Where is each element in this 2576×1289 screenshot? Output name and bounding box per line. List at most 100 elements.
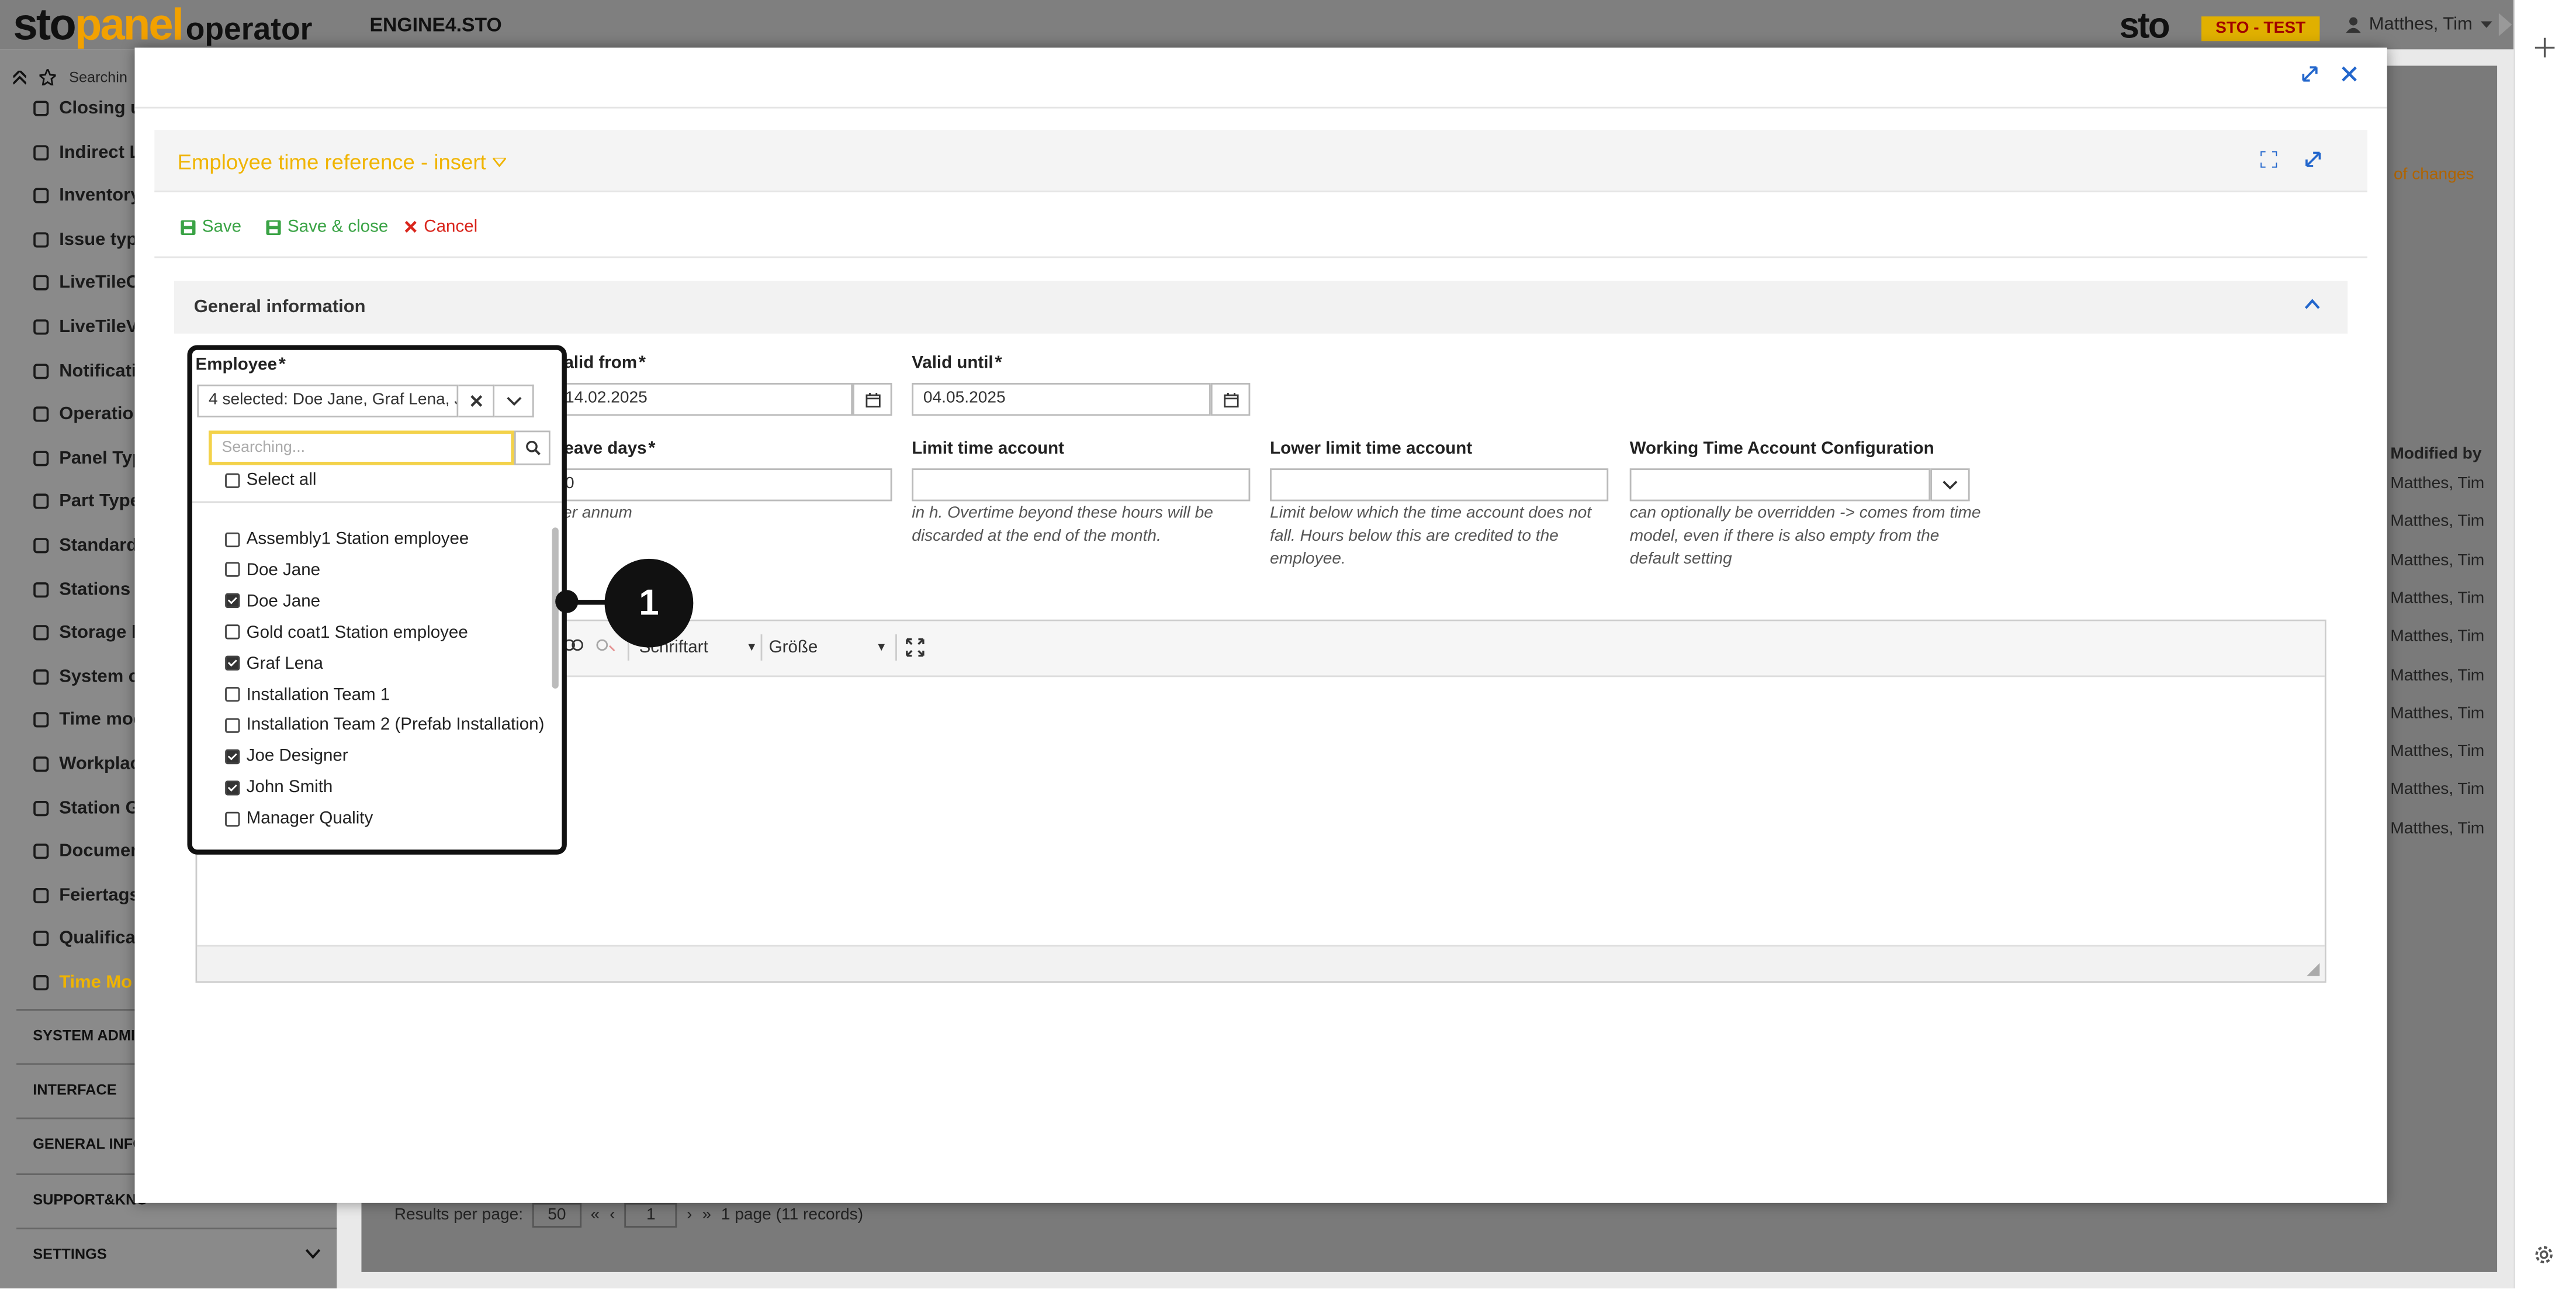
cancel-button[interactable]: Cancel xyxy=(404,217,477,237)
table-row[interactable]: Matthes, Tim xyxy=(2390,475,2484,493)
employee-option[interactable]: Installation Team 1 xyxy=(225,679,390,709)
sidebar-item[interactable]: Closing u xyxy=(33,87,141,130)
sidebar-item[interactable]: Indirect L xyxy=(33,131,140,174)
save-button[interactable]: Save xyxy=(181,217,241,237)
clear-selection-button[interactable] xyxy=(458,384,495,418)
sidebar-search[interactable]: Searchin xyxy=(69,69,127,85)
save-close-button[interactable]: Save & close xyxy=(266,217,388,237)
sidebar-item[interactable]: Documen xyxy=(33,830,141,873)
option-checkbox[interactable] xyxy=(225,718,240,733)
sidebar-item[interactable]: System c xyxy=(33,655,139,698)
sidebar-item[interactable]: LiveTileC xyxy=(33,262,139,305)
minimize-icon[interactable] xyxy=(2305,151,2321,168)
table-row[interactable]: Matthes, Tim xyxy=(2390,628,2484,646)
option-checkbox[interactable] xyxy=(225,593,240,609)
employee-option[interactable]: Doe Jane xyxy=(225,555,320,585)
column-header-modified-by[interactable]: Modified by xyxy=(2390,445,2481,464)
select-all-option[interactable]: Select all xyxy=(225,465,316,495)
calendar-icon[interactable] xyxy=(853,383,892,416)
dropdown-search-input[interactable]: Searching... xyxy=(209,430,514,465)
first-page-icon[interactable]: « xyxy=(591,1206,600,1224)
sidebar-item[interactable]: Storage l xyxy=(33,611,137,654)
sidebar-item[interactable]: Operation xyxy=(33,393,144,436)
employee-option[interactable]: Gold coat1 Station employee xyxy=(225,617,468,647)
sidebar-item[interactable]: Stations xyxy=(33,568,130,611)
sidebar-item[interactable]: Part Type xyxy=(33,481,140,523)
results-per-page[interactable]: 50 xyxy=(532,1202,581,1228)
employee-option[interactable]: Installation Team 2 (Prefab Installation… xyxy=(225,711,544,741)
general-info-section-header[interactable]: General information xyxy=(174,281,2348,334)
option-checkbox[interactable] xyxy=(225,687,240,702)
calendar-icon[interactable] xyxy=(1210,383,1251,416)
option-checkbox[interactable] xyxy=(225,624,240,640)
sidebar-item[interactable]: LiveTileV xyxy=(33,306,138,348)
sidebar-item[interactable]: Panel Typ xyxy=(33,437,143,479)
page-input[interactable]: 1 xyxy=(625,1202,677,1228)
user-menu[interactable]: Matthes, Tim xyxy=(2346,15,2492,34)
gear-icon[interactable] xyxy=(2533,1244,2555,1266)
sidebar-item[interactable]: Inventory xyxy=(33,175,140,217)
option-checkbox[interactable] xyxy=(225,811,240,826)
valid-from-input[interactable]: 14.02.2025 xyxy=(553,383,853,416)
next-page-icon[interactable]: › xyxy=(687,1206,692,1224)
employee-option[interactable]: Assembly1 Station employee xyxy=(225,524,469,554)
option-checkbox[interactable] xyxy=(225,655,240,671)
changes-link[interactable]: of changes xyxy=(2394,166,2474,184)
employee-option[interactable]: Joe Designer xyxy=(225,742,348,772)
table-row[interactable]: Matthes, Tim xyxy=(2390,743,2484,761)
table-row[interactable]: Matthes, Tim xyxy=(2390,590,2484,608)
wtac-select[interactable] xyxy=(1629,468,1931,502)
sidebar-item[interactable]: Issue typ xyxy=(33,218,137,261)
employee-option[interactable]: Manager Quality xyxy=(225,804,373,834)
table-row[interactable]: Matthes, Tim xyxy=(2390,551,2484,569)
lower-limit-input[interactable] xyxy=(1270,468,1609,502)
resize-handle-icon[interactable] xyxy=(2306,963,2320,976)
table-row[interactable]: Matthes, Tim xyxy=(2390,781,2484,799)
option-checkbox[interactable] xyxy=(225,562,240,578)
table-row[interactable]: Matthes, Tim xyxy=(2390,666,2484,685)
select-all-checkbox[interactable] xyxy=(225,472,240,488)
employee-option[interactable]: John Smith xyxy=(225,773,333,803)
leave-days-input[interactable]: 0 xyxy=(553,468,892,502)
employee-dropdown-button[interactable] xyxy=(494,384,534,418)
employee-option[interactable]: Doe Jane xyxy=(225,586,320,616)
table-row[interactable]: Matthes, Tim xyxy=(2390,820,2484,838)
app-logo[interactable]: sto panel operator xyxy=(13,0,312,49)
sidebar-item[interactable]: Time moo xyxy=(33,699,144,742)
valid-until-input[interactable]: 04.05.2025 xyxy=(912,383,1211,416)
sidebar-item[interactable]: Workplac xyxy=(33,743,140,786)
form-title[interactable]: Employee time reference - insert xyxy=(178,150,506,174)
employee-select[interactable]: 4 selected: Doe Jane, Graf Lena, Joe D xyxy=(197,384,459,418)
close-icon[interactable] xyxy=(2341,65,2357,82)
minimize-icon[interactable] xyxy=(2302,65,2318,82)
search-icon[interactable] xyxy=(514,430,550,465)
chevron-down-icon[interactable] xyxy=(1930,468,1970,502)
plus-icon[interactable] xyxy=(2535,37,2555,58)
sidebar-item[interactable]: Qualificat xyxy=(33,918,141,960)
table-row[interactable]: Matthes, Tim xyxy=(2390,513,2484,531)
chevron-up-icon[interactable] xyxy=(2305,299,2320,309)
option-checkbox[interactable] xyxy=(225,531,240,547)
caret-down-icon: ▼ xyxy=(746,642,757,654)
limit-time-account-input[interactable] xyxy=(912,468,1251,502)
fullscreen-icon[interactable] xyxy=(2260,151,2277,168)
favorite-icon[interactable] xyxy=(39,69,56,86)
option-checkbox[interactable] xyxy=(225,749,240,764)
employee-option[interactable]: Graf Lena xyxy=(225,648,323,678)
sidebar-item[interactable]: Time Mo xyxy=(33,962,132,1004)
maximize-icon[interactable] xyxy=(905,638,925,658)
option-checkbox[interactable] xyxy=(225,780,240,795)
last-page-icon[interactable]: » xyxy=(702,1206,711,1224)
sidebar-item[interactable]: Feiertags xyxy=(33,874,140,917)
sidebar-item[interactable]: Notificati xyxy=(33,350,137,392)
font-size-select[interactable]: Größe ▼ xyxy=(769,638,887,659)
sidebar-section[interactable]: SETTINGS xyxy=(16,1227,337,1277)
unlink-icon[interactable] xyxy=(596,639,616,652)
collapse-right-icon[interactable] xyxy=(2495,13,2512,36)
option-label: Gold coat1 Station employee xyxy=(246,622,468,642)
prev-page-icon[interactable]: ‹ xyxy=(610,1206,615,1224)
sidebar-item[interactable]: Standard xyxy=(33,524,137,567)
table-row[interactable]: Matthes, Tim xyxy=(2390,704,2484,723)
collapse-icon[interactable] xyxy=(13,70,26,84)
sidebar-item[interactable]: Station G xyxy=(33,786,140,829)
